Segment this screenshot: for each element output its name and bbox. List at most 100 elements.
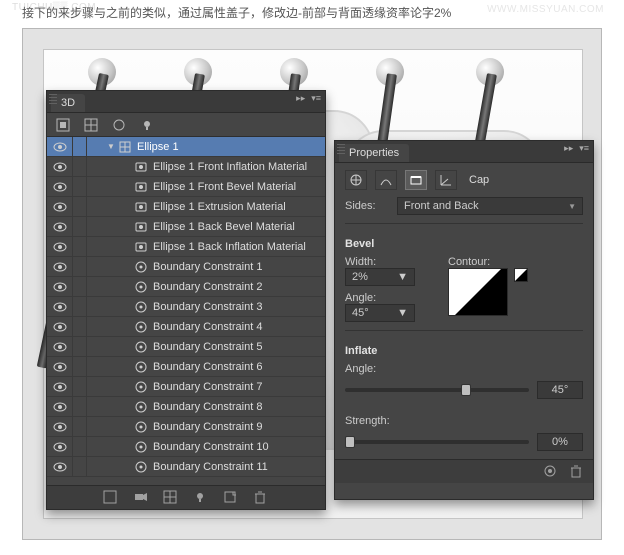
lock-column[interactable] — [73, 297, 87, 316]
properties-tab[interactable]: Properties — [339, 144, 409, 162]
filter-light-icon[interactable] — [139, 117, 155, 133]
layer-row[interactable]: Boundary Constraint 6 — [47, 357, 325, 377]
lock-column[interactable] — [73, 177, 87, 196]
footer-trash-icon[interactable] — [253, 490, 269, 506]
sides-select[interactable]: Front and Back ▼ — [397, 197, 583, 215]
mat-icon — [133, 240, 149, 254]
layer-row[interactable]: Ellipse 1 Front Inflation Material — [47, 157, 325, 177]
lock-column[interactable] — [73, 317, 87, 336]
panel-collapse-icon[interactable]: ▸▸ — [296, 93, 305, 104]
lock-column[interactable] — [73, 257, 87, 276]
inflate-strength-value[interactable]: 0% — [537, 433, 583, 451]
panel-grip-icon[interactable] — [337, 144, 345, 156]
footer-scene-icon[interactable] — [103, 490, 119, 506]
layer-row[interactable]: Boundary Constraint 1 — [47, 257, 325, 277]
lock-column[interactable] — [73, 137, 87, 156]
bevel-width-label: Width: — [345, 256, 430, 268]
visibility-toggle[interactable] — [47, 297, 73, 316]
mode-cap-icon[interactable] — [405, 170, 427, 190]
lock-column[interactable] — [73, 457, 87, 476]
contour-preview[interactable] — [448, 268, 508, 316]
twisty-icon[interactable]: ▼ — [105, 142, 117, 151]
visibility-toggle[interactable] — [47, 277, 73, 296]
layer-row[interactable]: Boundary Constraint 5 — [47, 337, 325, 357]
mode-mesh-icon[interactable] — [345, 170, 367, 190]
contour-picker-icon[interactable] — [514, 268, 528, 282]
filter-material-icon[interactable] — [111, 117, 127, 133]
filter-scene-icon[interactable] — [55, 117, 71, 133]
visibility-toggle[interactable] — [47, 337, 73, 356]
visibility-toggle[interactable] — [47, 257, 73, 276]
lock-column[interactable] — [73, 377, 87, 396]
layer-row[interactable]: Boundary Constraint 3 — [47, 297, 325, 317]
panel-grip-icon[interactable] — [49, 94, 57, 106]
layer-row[interactable]: Boundary Constraint 11 — [47, 457, 325, 477]
visibility-toggle[interactable] — [47, 437, 73, 456]
visibility-toggle[interactable] — [47, 377, 73, 396]
visibility-toggle[interactable] — [47, 137, 73, 156]
layer-row[interactable]: Boundary Constraint 9 — [47, 417, 325, 437]
bevel-angle-value: 45° — [352, 307, 369, 319]
panel-menu-icon[interactable]: ▾≡ — [311, 93, 321, 104]
lock-column[interactable] — [73, 397, 87, 416]
visibility-toggle[interactable] — [47, 237, 73, 256]
inflate-angle-value[interactable]: 45° — [537, 381, 583, 399]
visibility-toggle[interactable] — [47, 177, 73, 196]
lock-column[interactable] — [73, 357, 87, 376]
3d-panel-footer — [47, 485, 325, 509]
contour-label: Contour: — [448, 256, 583, 268]
footer-camera-icon[interactable] — [133, 490, 149, 506]
render-icon[interactable] — [543, 464, 559, 480]
layer-row[interactable]: Ellipse 1 Front Bevel Material — [47, 177, 325, 197]
footer-mesh-icon[interactable] — [163, 490, 179, 506]
visibility-toggle[interactable] — [47, 157, 73, 176]
footer-new-icon[interactable] — [223, 490, 239, 506]
layer-row[interactable]: ▼Ellipse 1 — [47, 137, 325, 157]
layer-row[interactable]: Boundary Constraint 10 — [47, 437, 325, 457]
layer-label: Boundary Constraint 5 — [153, 341, 262, 353]
inflate-angle-slider[interactable] — [345, 388, 529, 392]
panel-menu-icon[interactable]: ▾≡ — [579, 143, 589, 154]
lock-column[interactable] — [73, 277, 87, 296]
target-icon — [133, 320, 149, 334]
visibility-toggle[interactable] — [47, 197, 73, 216]
visibility-toggle[interactable] — [47, 357, 73, 376]
visibility-toggle[interactable] — [47, 317, 73, 336]
lock-column[interactable] — [73, 337, 87, 356]
trash-icon[interactable] — [569, 464, 585, 480]
bevel-angle-label: Angle: — [345, 292, 430, 304]
inflate-section-title: Inflate — [345, 345, 583, 357]
lock-column[interactable] — [73, 437, 87, 456]
layer-row[interactable]: Ellipse 1 Back Bevel Material — [47, 217, 325, 237]
3d-layers-list[interactable]: ▼Ellipse 1Ellipse 1 Front Inflation Mate… — [47, 137, 325, 485]
visibility-toggle[interactable] — [47, 397, 73, 416]
3d-panel-tabbar[interactable]: 3D ▸▸ ▾≡ — [47, 91, 325, 113]
lock-column[interactable] — [73, 237, 87, 256]
mode-coords-icon[interactable] — [435, 170, 457, 190]
footer-light-icon[interactable] — [193, 490, 209, 506]
lock-column[interactable] — [73, 197, 87, 216]
lock-column[interactable] — [73, 157, 87, 176]
mode-deform-icon[interactable] — [375, 170, 397, 190]
3d-panel[interactable]: 3D ▸▸ ▾≡ ▼Ellipse 1Ellipse 1 Front Infla… — [46, 90, 326, 510]
layer-label: Ellipse 1 Extrusion Material — [153, 201, 286, 213]
lock-column[interactable] — [73, 217, 87, 236]
layer-row[interactable]: Ellipse 1 Back Inflation Material — [47, 237, 325, 257]
filter-mesh-icon[interactable] — [83, 117, 99, 133]
properties-panel[interactable]: Properties ▸▸ ▾≡ Cap Sides: Front and Ba… — [334, 140, 594, 500]
layer-row[interactable]: Boundary Constraint 7 — [47, 377, 325, 397]
bevel-width-select[interactable]: 2% ▼ — [345, 268, 415, 286]
lock-column[interactable] — [73, 417, 87, 436]
layer-row[interactable]: Boundary Constraint 2 — [47, 277, 325, 297]
panel-collapse-icon[interactable]: ▸▸ — [564, 143, 573, 154]
layer-row[interactable]: Ellipse 1 Extrusion Material — [47, 197, 325, 217]
visibility-toggle[interactable] — [47, 457, 73, 476]
visibility-toggle[interactable] — [47, 217, 73, 236]
layer-row[interactable]: Boundary Constraint 4 — [47, 317, 325, 337]
bevel-angle-select[interactable]: 45° ▼ — [345, 304, 415, 322]
properties-tabbar[interactable]: Properties ▸▸ ▾≡ — [335, 141, 593, 163]
properties-footer — [335, 459, 593, 483]
layer-row[interactable]: Boundary Constraint 8 — [47, 397, 325, 417]
visibility-toggle[interactable] — [47, 417, 73, 436]
inflate-strength-slider[interactable] — [345, 440, 529, 444]
